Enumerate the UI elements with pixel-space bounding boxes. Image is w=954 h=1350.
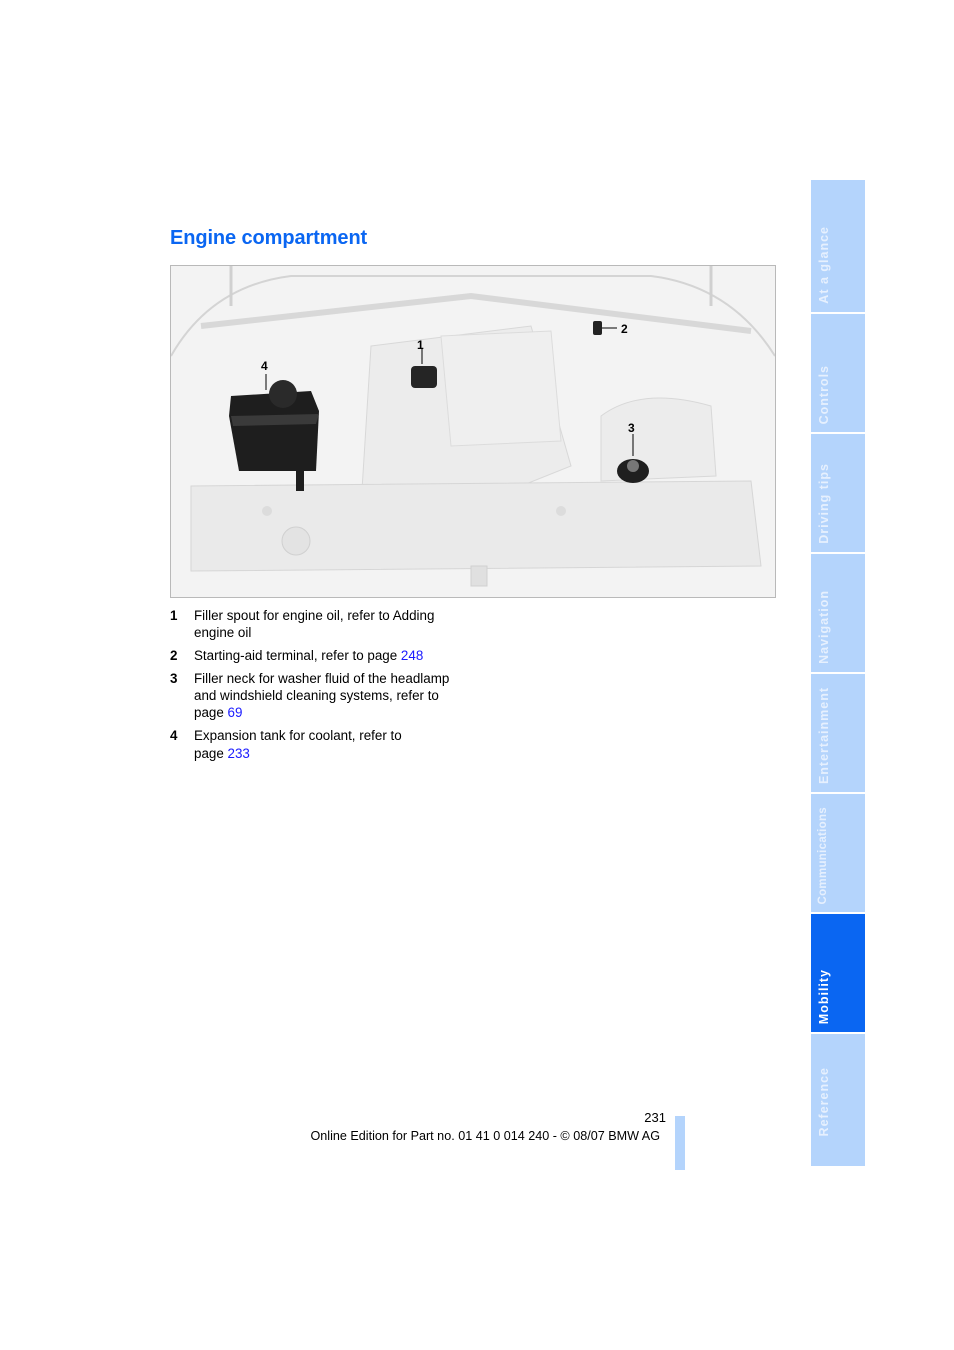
tab-label: Reference xyxy=(817,1066,831,1136)
tab-label: Mobility xyxy=(817,968,831,1024)
page-title: Engine compartment xyxy=(170,227,368,249)
legend-number: 1 xyxy=(170,608,178,623)
tab-label: Entertainment xyxy=(817,686,831,784)
callout-3: 3 xyxy=(628,421,635,435)
legend-number: 4 xyxy=(170,728,178,744)
tab-communications[interactable]: Communications xyxy=(811,794,865,912)
legend-item: 1 Filler spout for engine oil, refer to … xyxy=(170,607,470,642)
callout-1: 1 xyxy=(417,338,424,352)
page-link-248[interactable]: 248 xyxy=(401,648,423,663)
footer-edition-text: Online Edition for Part no. 01 41 0 014 … xyxy=(310,1129,660,1143)
figure-legend: 1 Filler spout for engine oil, refer to … xyxy=(170,607,470,767)
tab-label: At a glance xyxy=(817,226,831,304)
callout-2: 2 xyxy=(621,322,628,336)
tab-controls[interactable]: Controls xyxy=(811,314,865,432)
tab-mobility[interactable]: Mobility xyxy=(811,914,865,1032)
callout-4: 4 xyxy=(261,359,268,373)
legend-item: 2 Starting-aid terminal, refer to page 2… xyxy=(170,647,470,664)
tab-reference[interactable]: Reference xyxy=(811,1034,865,1166)
page-number: 231 xyxy=(644,1110,666,1125)
chapter-tabs: At a glance Controls Driving tips Naviga… xyxy=(811,180,865,1166)
legend-number: 2 xyxy=(170,648,178,664)
legend-text: Filler spout for engine oil, refer to Ad… xyxy=(194,608,435,641)
legend-item: 4 Expansion tank for coolant, refer to p… xyxy=(170,727,470,762)
tab-label: Navigation xyxy=(817,590,831,664)
tab-label: Controls xyxy=(817,364,831,424)
legend-item: 3 Filler neck for washer fluid of the he… xyxy=(170,670,470,722)
tab-navigation[interactable]: Navigation xyxy=(811,554,865,672)
tab-label: Driving tips xyxy=(817,463,831,544)
legend-text: Starting-aid terminal, refer to page xyxy=(194,648,401,664)
footer-marker-bar xyxy=(675,1116,685,1170)
engine-compartment-illustration: 1 2 3 4 xyxy=(170,265,776,598)
tab-at-a-glance[interactable]: At a glance xyxy=(811,180,865,312)
tab-entertainment[interactable]: Entertainment xyxy=(811,674,865,792)
tab-driving-tips[interactable]: Driving tips xyxy=(811,434,865,552)
tab-label: Communications xyxy=(817,806,829,905)
legend-text: Expansion tank for coolant, refer to pag… xyxy=(194,728,402,761)
page-link-69[interactable]: 69 xyxy=(228,705,243,720)
legend-number: 3 xyxy=(170,670,178,686)
page-link-233[interactable]: 233 xyxy=(228,746,250,761)
